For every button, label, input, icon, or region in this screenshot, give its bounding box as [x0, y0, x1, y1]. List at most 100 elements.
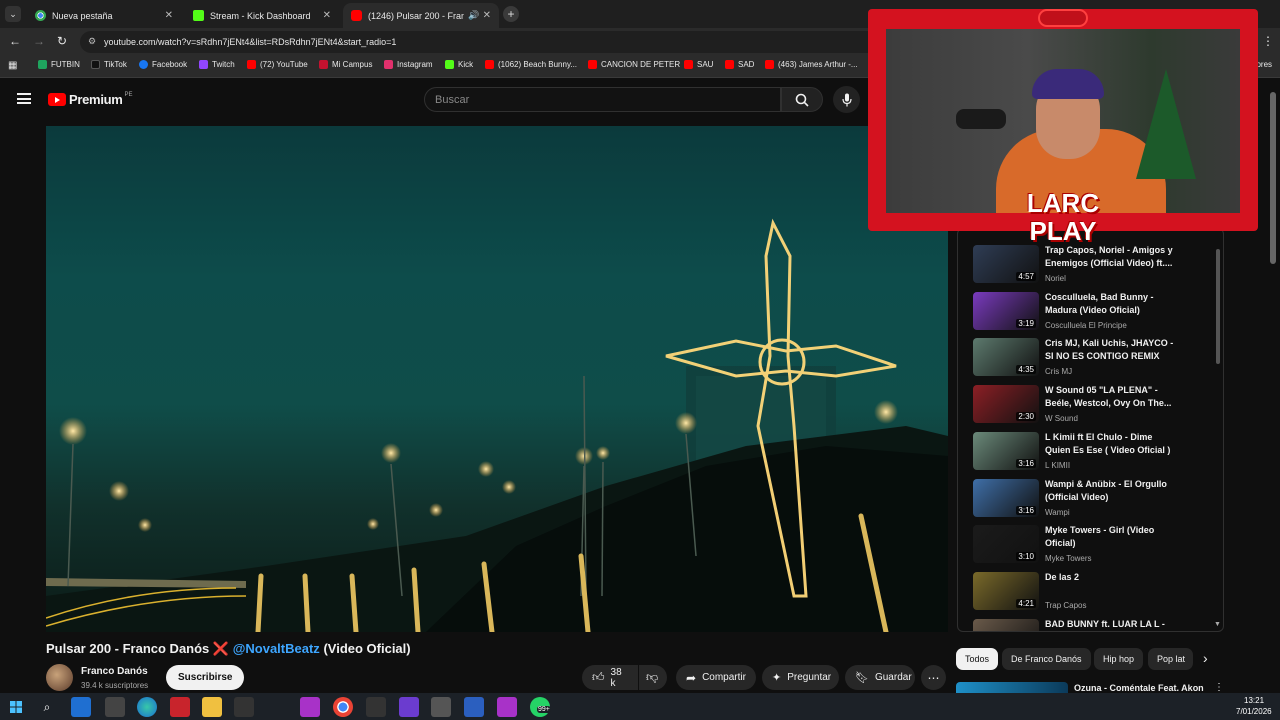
search-icon[interactable]: ⌕ [37, 697, 57, 717]
chip-pop-latino[interactable]: Pop lat [1148, 648, 1193, 670]
bookmark-cancion-peter[interactable]: CANCION DE PETER [588, 60, 680, 69]
channel-name[interactable]: Wampi [1045, 508, 1070, 517]
save-button[interactable]: 🔖︎ Guardar [845, 665, 915, 690]
channel-name[interactable]: Cris MJ [1045, 367, 1072, 376]
chevron-right-icon[interactable]: › [1203, 650, 1208, 666]
app-icon[interactable] [170, 697, 190, 717]
app-icon[interactable] [497, 697, 517, 717]
video-thumbnail[interactable] [973, 618, 1039, 631]
bookmark-mi-campus[interactable]: Mi Campus [319, 60, 372, 69]
app-icon[interactable] [300, 697, 320, 717]
windows-start-icon[interactable] [6, 697, 26, 717]
file-explorer-icon[interactable] [202, 697, 222, 717]
channel-name[interactable]: Cosculluela El Principe [1045, 321, 1127, 330]
tab-search-icon[interactable]: ⌄ [5, 6, 21, 22]
chip-hip-hop[interactable]: Hip hop [1094, 648, 1144, 670]
video-thumbnail[interactable]: 3:16 [973, 478, 1039, 517]
playlist-scrollbar[interactable] [1216, 249, 1220, 364]
tab-close-icon[interactable]: ✕ [483, 10, 491, 21]
next-video-title[interactable]: Ozuna - Coméntale Feat. Akon [1074, 683, 1204, 693]
more-actions-button[interactable]: ⋯ [921, 665, 946, 690]
video-thumbnail[interactable]: 2:30 [973, 385, 1039, 424]
next-video-thumbnail[interactable] [956, 682, 1068, 693]
reload-icon[interactable]: ↻ [57, 34, 67, 48]
address-bar[interactable]: ⚙ youtube.com/watch?v=sRdhn7jENt4&list=R… [80, 31, 880, 53]
forward-icon[interactable]: → [33, 34, 45, 48]
tab-youtube-video[interactable]: (1246) Pulsar 200 - Franco 🔊 ✕ [343, 3, 499, 28]
playlist-item[interactable]: 3:10 Myke Towers - Girl (Video Oficial) My… [973, 523, 1213, 568]
back-icon[interactable]: ← [9, 34, 21, 48]
bookmark-sau[interactable]: SAU [684, 60, 713, 69]
clock-date[interactable]: 7/01/2026 [1236, 707, 1272, 716]
edge-icon[interactable] [137, 697, 157, 717]
chip-franco-danos[interactable]: De Franco Danós [1002, 648, 1091, 670]
mention-link[interactable]: @NovaltBeatz [233, 641, 320, 656]
word-icon[interactable] [464, 697, 484, 717]
video-title[interactable]: W Sound 05 "LA PLENA" - Beéle, Westcol, … [1045, 384, 1180, 410]
apps-icon[interactable]: ▦ [8, 60, 17, 71]
video-title[interactable]: L Kimii ft El Chulo - Dime Quien Es Ese … [1045, 431, 1180, 457]
bookmark-james-arthur[interactable]: (463) James Arthur -... [765, 60, 858, 69]
playlist-item[interactable]: 3:16 Wampi & Anübix - El Orgullo (Officia… [973, 477, 1213, 522]
browser-menu-icon[interactable]: ⋮ [1262, 34, 1274, 48]
video-thumbnail[interactable]: 3:10 [973, 525, 1039, 564]
share-button[interactable]: ➦ Compartir [676, 665, 756, 690]
youtube-logo[interactable]: Premium PE [48, 92, 133, 107]
app-icon[interactable] [234, 697, 254, 717]
tab-close-icon[interactable]: ✕ [165, 10, 173, 21]
like-button[interactable]: 👍︎ 38 k [582, 665, 638, 690]
playlist-item[interactable]: 2:30 W Sound 05 "LA PLENA" - Beéle, Westc… [973, 383, 1213, 428]
tab-new[interactable]: Nueva pestaña ✕ [27, 3, 181, 28]
site-info-icon[interactable]: ⚙ [88, 36, 96, 47]
next-video-menu-icon[interactable]: ⋮ [1214, 682, 1224, 693]
video-title[interactable]: Cosculluela, Bad Bunny - Madura (Video O… [1045, 291, 1180, 317]
search-button[interactable] [781, 87, 823, 112]
dislike-button[interactable]: 👎︎ [639, 665, 667, 690]
tab-kick-dashboard[interactable]: Stream - Kick Dashboard ✕ [185, 3, 339, 28]
video-title[interactable]: Cris MJ, Kali Uchis, JHAYCO - SI NO ES C… [1045, 337, 1180, 363]
page-scrollbar[interactable] [1270, 92, 1276, 264]
video-title[interactable]: De las 2 [1045, 571, 1180, 584]
bookmark-kick[interactable]: Kick [445, 60, 473, 69]
channel-name[interactable]: Myke Towers [1045, 554, 1092, 563]
channel-name[interactable]: Trap Capos [1045, 601, 1087, 610]
playlist-item[interactable]: 3:19 Cosculluela, Bad Bunny - Madura (Vid… [973, 290, 1213, 335]
speaker-icon[interactable]: 🔊 [468, 10, 479, 21]
bookmark-beach-bunny[interactable]: (1062) Beach Bunny... [485, 60, 577, 69]
playlist-item[interactable]: 4:57 Trap Capos, Noriel - Amigos y Enemig… [973, 243, 1213, 288]
video-thumbnail[interactable]: 3:19 [973, 291, 1039, 330]
video-player[interactable] [46, 126, 948, 632]
playlist-item[interactable]: 4:21 De las 2 Trap Capos [973, 570, 1213, 615]
video-thumbnail[interactable]: 4:35 [973, 338, 1039, 377]
video-thumbnail[interactable]: 4:57 [973, 245, 1039, 283]
tab-close-icon[interactable]: ✕ [323, 10, 331, 21]
bookmark-tiktok[interactable]: TikTok [91, 60, 127, 69]
search-input[interactable]: Buscar [424, 87, 781, 112]
whatsapp-icon[interactable]: 99+ [530, 697, 551, 717]
chip-all[interactable]: Todos [956, 648, 999, 670]
bookmark-instagram[interactable]: Instagram [384, 60, 433, 69]
menu-icon[interactable] [17, 93, 31, 104]
clock-time[interactable]: 13:21 [1244, 696, 1264, 705]
bookmark-sad[interactable]: SAD [725, 60, 754, 69]
chrome-icon[interactable] [333, 697, 353, 717]
video-thumbnail[interactable]: 4:21 [973, 571, 1039, 610]
scroll-down-icon[interactable]: ▼ [1214, 621, 1221, 628]
bookmark-twitch[interactable]: Twitch [199, 60, 235, 69]
playlist-item[interactable]: 4:35 Cris MJ, Kali Uchis, JHAYCO - SI NO … [973, 336, 1213, 381]
playlist-item[interactable]: BAD BUNNY ft. LUAR LA L - TELEFONO NUEVO [973, 617, 1213, 631]
ask-button[interactable]: ✦ Preguntar [762, 665, 839, 690]
video-title[interactable]: Wampi & Anübix - El Orgullo (Official Vi… [1045, 478, 1180, 504]
channel-name[interactable]: L KIMII [1045, 461, 1070, 470]
playlist-item[interactable]: 3:16 L Kimii ft El Chulo - Dime Quien Es … [973, 430, 1213, 475]
video-title[interactable]: Trap Capos, Noriel - Amigos y Enemigos (… [1045, 244, 1180, 270]
voice-search-button[interactable] [833, 86, 860, 113]
app-icon[interactable] [399, 697, 419, 717]
channel-name[interactable]: Franco Danós [81, 666, 148, 677]
calculator-icon[interactable] [431, 697, 451, 717]
bookmark-futbin[interactable]: FUTBIN [38, 60, 80, 69]
new-tab-button[interactable]: + [503, 6, 519, 22]
channel-name[interactable]: W Sound [1045, 414, 1078, 423]
app-icon[interactable] [366, 697, 386, 717]
video-title[interactable]: Myke Towers - Girl (Video Oficial) [1045, 524, 1180, 550]
